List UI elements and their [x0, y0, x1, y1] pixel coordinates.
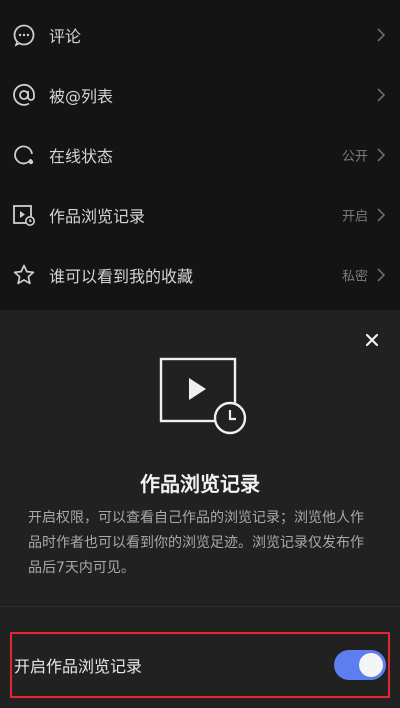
divider: [0, 606, 400, 607]
at-mention-icon: [12, 83, 36, 107]
setting-row-view-history[interactable]: 作品浏览记录 开启: [0, 185, 400, 245]
comment-icon: [12, 23, 36, 47]
setting-row-comments[interactable]: 评论: [0, 5, 400, 65]
view-history-switch[interactable]: [334, 650, 386, 680]
chevron-right-icon: [376, 28, 386, 42]
close-button[interactable]: [362, 330, 382, 350]
setting-label: 评论: [49, 27, 82, 46]
switch-knob: [359, 653, 383, 677]
setting-label: 谁可以看到我的收藏: [49, 267, 194, 286]
setting-value: 私密: [341, 269, 368, 285]
setting-label: 作品浏览记录: [49, 207, 146, 226]
setting-row-mentions[interactable]: 被@列表: [0, 65, 400, 125]
toggle-label: 开启作品浏览记录: [14, 657, 143, 676]
close-icon: [365, 333, 379, 347]
settings-list: 评论 被@列表 在线状态 公开 作品浏览记录 开启 谁可以看到我的收藏 私密: [0, 0, 400, 310]
online-status-icon: [12, 143, 36, 167]
chevron-right-icon: [376, 268, 386, 282]
sheet-title: 作品浏览记录: [140, 472, 260, 496]
view-history-toggle-row[interactable]: 开启作品浏览记录: [10, 632, 390, 698]
star-icon: [12, 263, 36, 287]
setting-value: 公开: [341, 149, 368, 165]
chevron-right-icon: [376, 88, 386, 102]
setting-label: 在线状态: [49, 147, 114, 166]
setting-row-online-status[interactable]: 在线状态 公开: [0, 125, 400, 185]
setting-row-favorites-visibility[interactable]: 谁可以看到我的收藏 私密: [0, 245, 400, 305]
setting-value: 开启: [341, 209, 368, 225]
view-history-illustration-icon: [158, 356, 248, 436]
chevron-right-icon: [376, 208, 386, 222]
bottom-sheet: 作品浏览记录 开启权限，可以查看自己作品的浏览记录；浏览他人作品时作者也可以看到…: [0, 310, 400, 708]
setting-label: 被@列表: [49, 87, 114, 106]
sheet-description: 开启权限，可以查看自己作品的浏览记录；浏览他人作品时作者也可以看到你的浏览足迹。…: [28, 510, 364, 576]
view-history-icon: [12, 203, 36, 227]
chevron-right-icon: [376, 148, 386, 162]
